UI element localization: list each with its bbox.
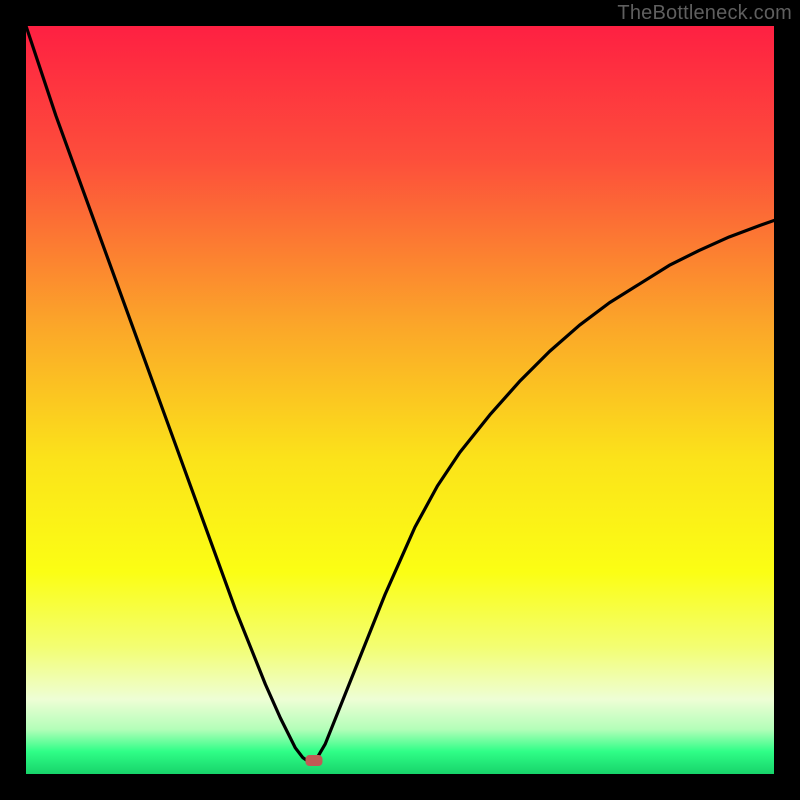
bottleneck-chart xyxy=(26,26,774,774)
watermark-text: TheBottleneck.com xyxy=(617,2,792,25)
plot-area xyxy=(26,26,774,774)
minimum-marker xyxy=(305,755,322,766)
gradient-background xyxy=(26,26,774,774)
chart-frame: TheBottleneck.com xyxy=(0,0,800,800)
